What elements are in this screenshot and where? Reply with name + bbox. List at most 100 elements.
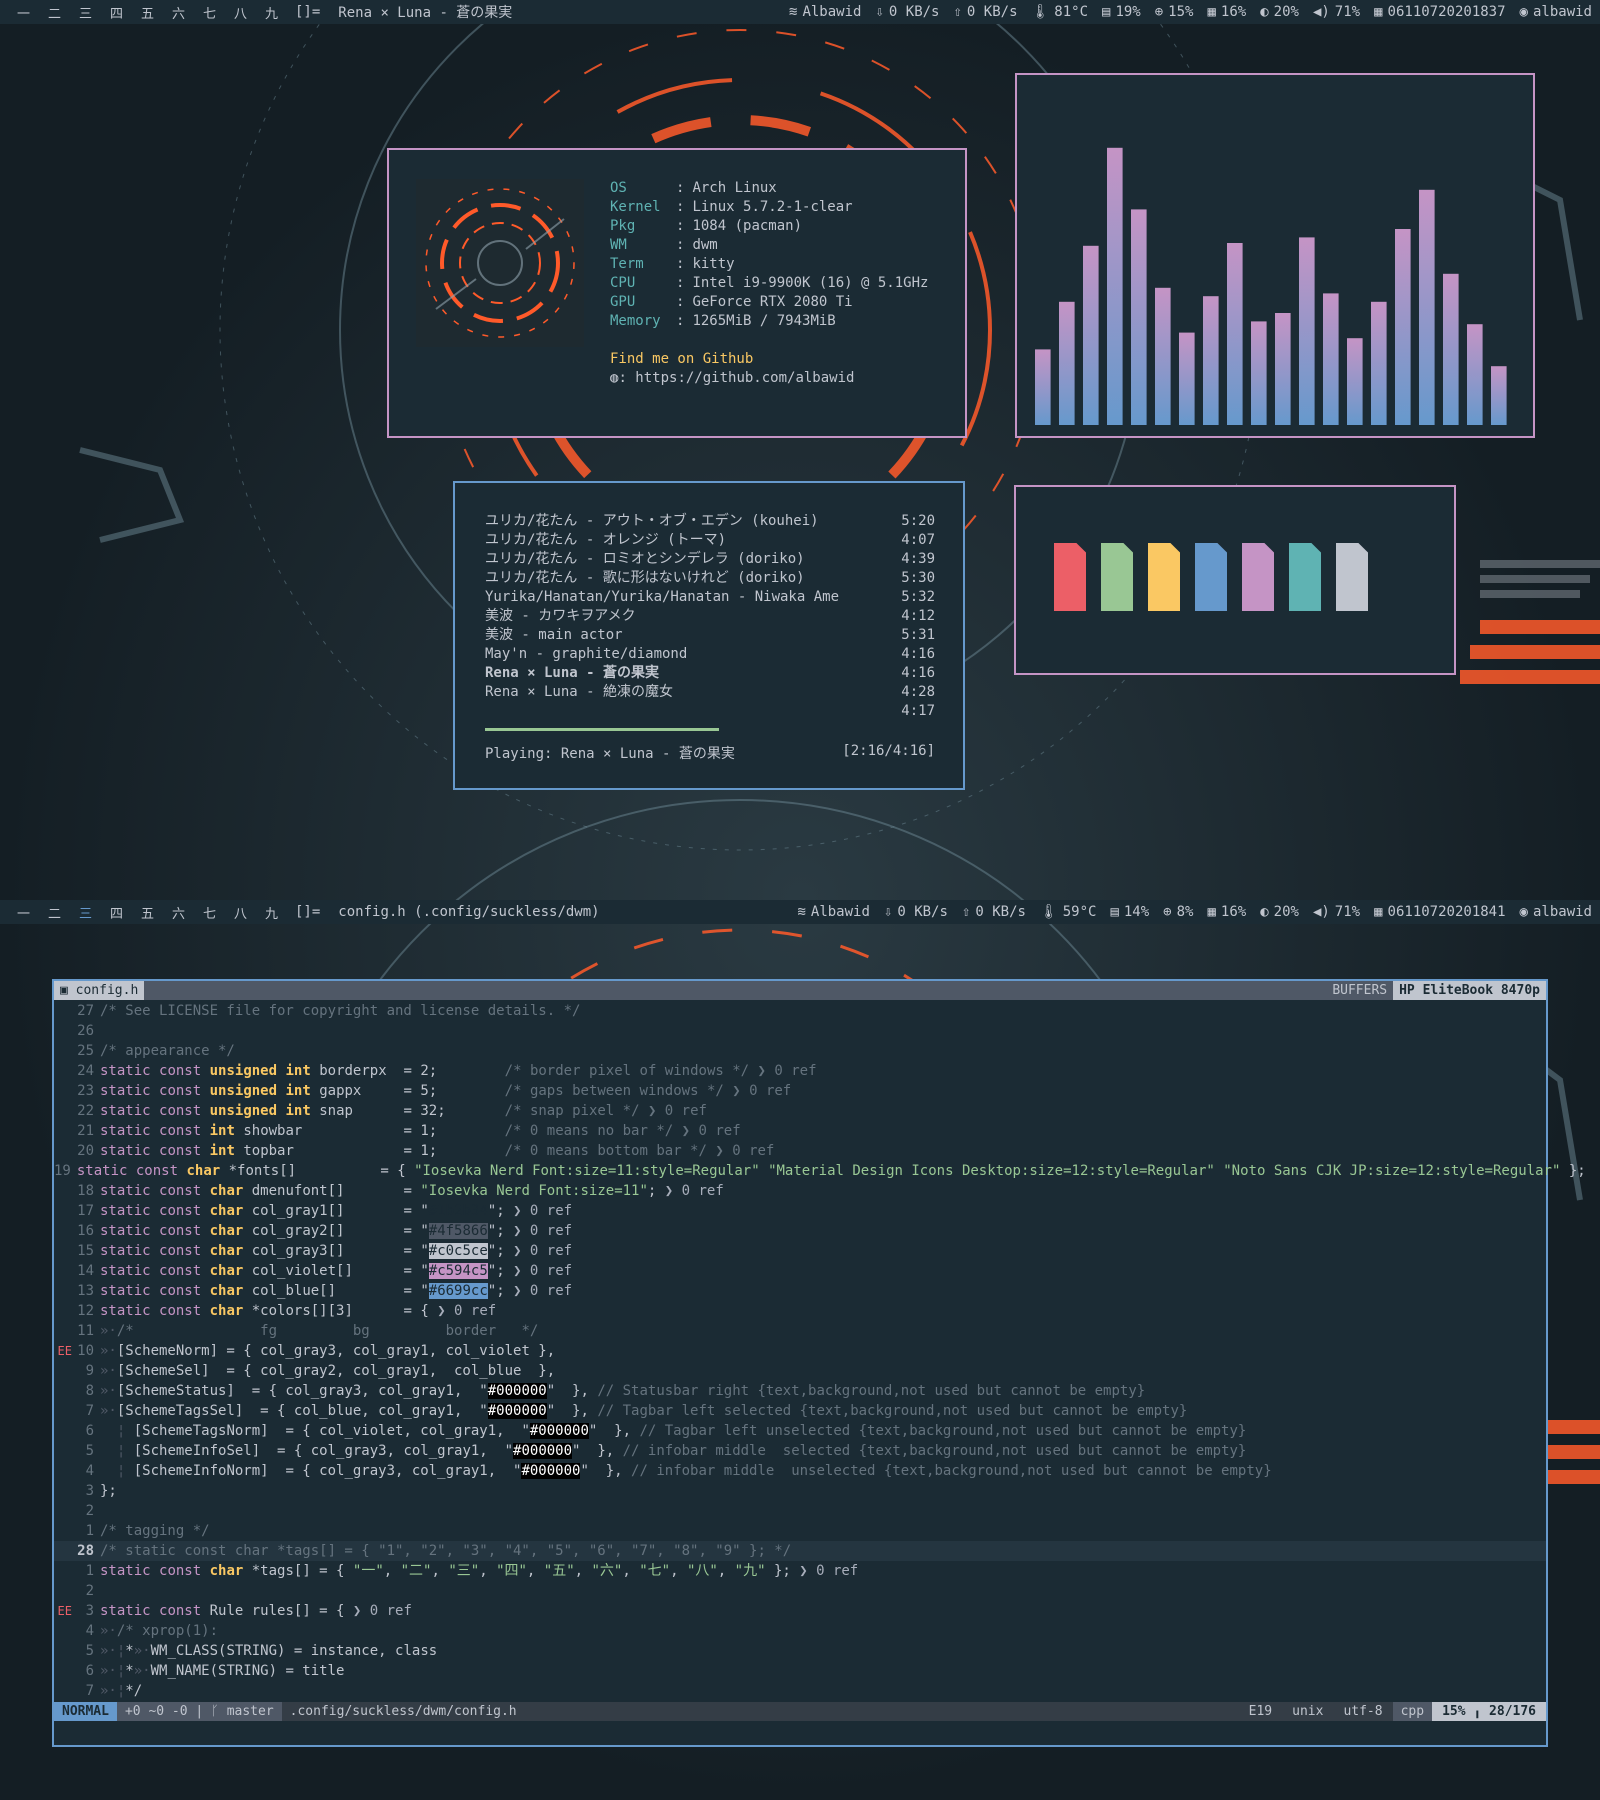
tag-6[interactable]: 六 — [163, 3, 194, 22]
line-text: »·[SchemeTagsSel] = { col_blue, col_gray… — [100, 1403, 1188, 1419]
code-line[interactable]: EE 3 static const Rule rules[] = { ❯ 0 ref — [54, 1601, 1546, 1621]
tag-5[interactable]: 五 — [132, 903, 163, 922]
fetch-logo-image — [416, 179, 584, 347]
code-line[interactable]: 27 /* See LICENSE file for copyright and … — [54, 1001, 1546, 1021]
thermometer-icon: 🌡 — [1039, 904, 1058, 920]
line-number: 4 — [85, 1623, 94, 1639]
code-line[interactable]: 4 ¦ [SchemeInfoNorm] = { col_gray3, col_… — [54, 1461, 1546, 1481]
code-line[interactable]: EE 10 »·[SchemeNorm] = { col_gray3, col_gr… — [54, 1341, 1546, 1361]
audio-visualizer-window[interactable] — [1015, 73, 1535, 438]
code-line[interactable]: 16 static const char col_gray2[] = "#4f58… — [54, 1221, 1546, 1241]
code-line[interactable]: 14 static const char col_violet[] = "#c59… — [54, 1261, 1546, 1281]
github-link-row[interactable]: ◍: https://github.com/albawid — [610, 369, 928, 388]
buffer-tab-config[interactable]: ▣ config.h — [54, 981, 145, 1000]
code-area[interactable]: 27/* See LICENSE file for copyright and … — [54, 1000, 1586, 1701]
code-line[interactable]: 17 static const char col_gray1[] = "#1b2b… — [54, 1201, 1546, 1221]
code-line[interactable]: 8 »·[SchemeStatus] = { col_gray3, col_gra… — [54, 1381, 1546, 1401]
playlist-item[interactable]: Rena × Luna - 蒼の果実 4:16 — [485, 664, 935, 683]
code-line[interactable]: 22 static const unsigned int snap = 32; /… — [54, 1101, 1546, 1121]
tag-2[interactable]: 二 — [39, 903, 70, 922]
code-line[interactable]: 6 ¦ [SchemeTagsNorm] = { col_violet, col… — [54, 1421, 1546, 1441]
code-line[interactable]: 4 »·/* xprop(1): — [54, 1621, 1546, 1641]
playback-position: [2:16/4:16] — [842, 743, 935, 759]
brightness: 20% — [1273, 904, 1299, 920]
music-player-window[interactable]: ユリカ/花たん - アウト・オブ・エデン (kouhei) 5:20 ユリカ/花たん… — [453, 481, 965, 790]
date-time: 06110720201837 — [1387, 4, 1506, 20]
layout-indicator[interactable]: []= — [295, 4, 320, 20]
code-line[interactable]: 2 — [54, 1501, 1546, 1521]
playlist-item[interactable]: May'n - graphite/diamond 4:16 — [485, 645, 935, 664]
error-sign: EE — [57, 1344, 72, 1358]
tag-4[interactable]: 四 — [101, 3, 132, 22]
code-line[interactable]: 1 /* tagging */ — [54, 1521, 1546, 1541]
track-title: 美波 - カワキヲアメク — [485, 608, 636, 624]
tag-5[interactable]: 五 — [132, 3, 163, 22]
code-line[interactable]: 25 /* appearance */ — [54, 1041, 1546, 1061]
code-line[interactable]: 15 static const char col_gray3[] = "#c0c5… — [54, 1241, 1546, 1261]
track-duration: 5:31 — [901, 627, 935, 643]
code-line[interactable]: 18 static const char dmenufont[] = "Iosev… — [54, 1181, 1546, 1201]
fetch-row-cpu: CPU: Intel i9-9900K (16) @ 5.1GHz — [610, 274, 928, 293]
tag-8[interactable]: 八 — [225, 3, 256, 22]
code-line[interactable]: 2 — [54, 1581, 1546, 1601]
tag-6[interactable]: 六 — [163, 903, 194, 922]
code-line[interactable]: 7 »·¦*/ — [54, 1681, 1546, 1701]
playlist-item[interactable]: Rena × Luna - 絶凍の魔女 4:28 — [485, 683, 935, 702]
disk-status: ▦ 16% — [1207, 4, 1246, 20]
code-line[interactable]: 6 »·¦*»·WM_NAME(STRING) = title — [54, 1661, 1546, 1681]
tag-1[interactable]: 一 — [8, 903, 39, 922]
tag-3[interactable]: 三 — [70, 903, 101, 922]
tag-8[interactable]: 八 — [225, 903, 256, 922]
color-palette-window[interactable] — [1014, 485, 1456, 675]
tag-3[interactable]: 三 — [70, 3, 101, 22]
code-line[interactable]: 21 static const int showbar = 1; /* 0 mea… — [54, 1121, 1546, 1141]
code-line[interactable]: 1 static const char *tags[] = { "一", "二",… — [54, 1561, 1546, 1581]
tag-9[interactable]: 九 — [256, 3, 287, 22]
code-line[interactable]: 24 static const unsigned int borderpx = 2… — [54, 1061, 1546, 1081]
code-line[interactable]: 23 static const unsigned int gappx = 5; /… — [54, 1081, 1546, 1101]
playlist-item[interactable]: ユリカ/花たん - オレンジ (トーマ) 4:07 — [485, 531, 935, 550]
playlist-item[interactable]: ユリカ/花たん - ロミオとシンデレラ (doriko) 4:39 — [485, 550, 935, 569]
brightness-icon: ◐ — [1260, 904, 1269, 920]
vim-mode: NORMAL — [54, 1702, 117, 1721]
playlist-item[interactable]: 美波 - カワキヲアメク 4:12 — [485, 607, 935, 626]
tag-7[interactable]: 七 — [194, 3, 225, 22]
buffers-label: BUFFERS — [1326, 981, 1394, 1000]
line-text: »·¦*»·WM_NAME(STRING) = title — [100, 1663, 345, 1679]
visualizer-bar — [1299, 237, 1315, 425]
memory-usage: 19% — [1115, 4, 1141, 20]
layout-indicator[interactable]: []= — [295, 904, 320, 920]
code-line[interactable]: 19 static const char *fonts[] = { "Iosevk… — [54, 1161, 1586, 1181]
playlist-item[interactable]: 4:17 — [485, 702, 935, 721]
playlist-item[interactable]: 美波 - main actor 5:31 — [485, 626, 935, 645]
playlist-item[interactable]: ユリカ/花たん - 歌に形はないけれど (doriko) 5:30 — [485, 569, 935, 588]
tag-7[interactable]: 七 — [194, 903, 225, 922]
system-fetch-window[interactable]: OS: Arch Linux Kernel: Linux 5.7.2-1-clear… — [387, 148, 967, 438]
tag-2[interactable]: 二 — [39, 3, 70, 22]
track-title: ユリカ/花たん - ロミオとシンデレラ (doriko) — [485, 551, 805, 567]
code-line[interactable]: 3}; — [54, 1481, 1546, 1501]
vim-editor-window[interactable]: ▣ config.h BUFFERS HP EliteBook 8470p 27… — [52, 979, 1586, 1747]
line-number: 8 — [85, 1383, 94, 1399]
code-line[interactable]: 11 »·/* fg bg border */ — [54, 1321, 1546, 1341]
code-line[interactable]: 26 — [54, 1021, 1546, 1041]
tag-4[interactable]: 四 — [101, 903, 132, 922]
tag-1[interactable]: 一 — [8, 3, 39, 22]
tag-9[interactable]: 九 — [256, 903, 287, 922]
code-line[interactable]: 5 »·¦*»·WM_CLASS(STRING) = instance, clas… — [54, 1641, 1546, 1661]
code-line[interactable]: 28 /* static const char *tags[] = { "1", … — [54, 1541, 1546, 1561]
fetch-row-pkg: Pkg:1084 (pacman) — [610, 217, 928, 236]
code-line[interactable]: 12 static const char *colors[][3] = { ❯ 0… — [54, 1301, 1546, 1321]
playlist-item[interactable]: Yurika/Hanatan/Yurika/Hanatan - Niwaka A… — [485, 588, 935, 607]
code-line[interactable]: 7 »·[SchemeTagsSel] = { col_blue, col_gra… — [54, 1401, 1546, 1421]
code-line[interactable]: 20 static const int topbar = 1; /* 0 mean… — [54, 1141, 1546, 1161]
playback-progress-bar[interactable] — [485, 728, 719, 731]
visualizer-bar — [1419, 189, 1435, 425]
code-line[interactable]: 9 »·[SchemeSel] = { col_gray2, col_gray1,… — [54, 1361, 1546, 1381]
memory-status: ▤ 19% — [1102, 4, 1141, 20]
code-line[interactable]: 13 static const char col_blue[] = "#6699c… — [54, 1281, 1546, 1301]
playlist-item[interactable]: ユリカ/花たん - アウト・オブ・エデン (kouhei) 5:20 — [485, 512, 935, 531]
line-text: static const Rule rules[] = { ❯ 0 ref — [100, 1603, 412, 1619]
github-url[interactable]: : https://github.com/albawid — [618, 370, 854, 386]
code-line[interactable]: 5 ¦ [SchemeInfoSel] = { col_gray3, col_g… — [54, 1441, 1546, 1461]
